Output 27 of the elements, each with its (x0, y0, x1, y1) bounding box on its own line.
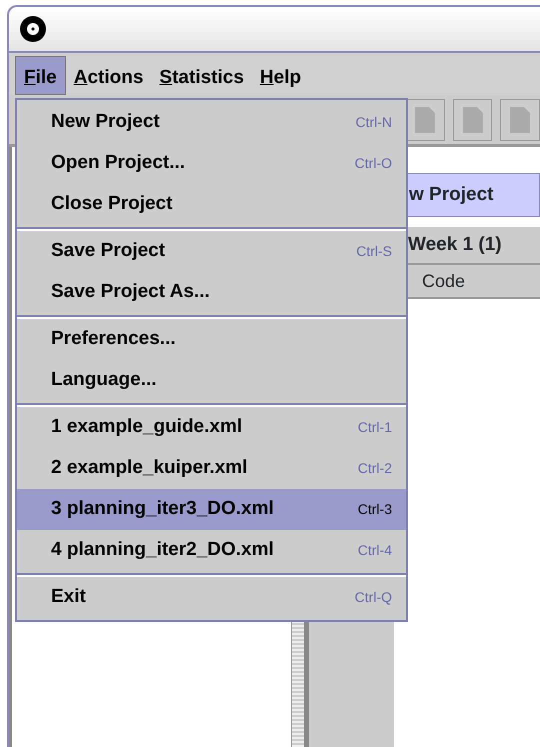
shortcut-label: Ctrl-S (356, 242, 392, 261)
menu-item[interactable]: Language... (17, 360, 406, 401)
toolbar-button[interactable] (452, 98, 492, 140)
app-icon (19, 15, 47, 43)
menu-title[interactable]: Help (252, 56, 310, 95)
shortcut-label: Ctrl-N (355, 113, 392, 132)
menu-item[interactable]: 3 planning_iter3_DO.xml Ctrl-3 (17, 489, 406, 530)
shortcut-label: Ctrl-Q (354, 588, 392, 607)
toolbar-button[interactable] (500, 98, 540, 140)
menu-item[interactable]: Exit Ctrl-Q (17, 577, 406, 618)
shortcut-label: Ctrl-2 (358, 459, 392, 478)
menu-title[interactable]: Statistics (151, 56, 252, 95)
toolbar-button[interactable] (405, 98, 445, 140)
shortcut-label: Ctrl-O (354, 154, 392, 173)
shortcut-label: Ctrl-3 (358, 500, 392, 519)
shortcut-label: Ctrl-4 (358, 541, 392, 560)
document-icon (414, 106, 436, 134)
menu-item[interactable]: New Project Ctrl-N (17, 102, 406, 143)
menu-title[interactable]: File (15, 56, 66, 95)
menu-item[interactable]: 4 planning_iter2_DO.xml Ctrl-4 (17, 530, 406, 571)
menu-item[interactable]: 2 example_kuiper.xml Ctrl-2 (17, 448, 406, 489)
menu-item[interactable]: 1 example_guide.xml Ctrl-1 (17, 407, 406, 448)
menu-item[interactable]: Preferences... (17, 319, 406, 360)
document-icon (509, 106, 532, 134)
document-icon (462, 106, 484, 134)
menu-title[interactable]: Actions (66, 56, 152, 95)
shortcut-label: Ctrl-1 (358, 418, 392, 437)
